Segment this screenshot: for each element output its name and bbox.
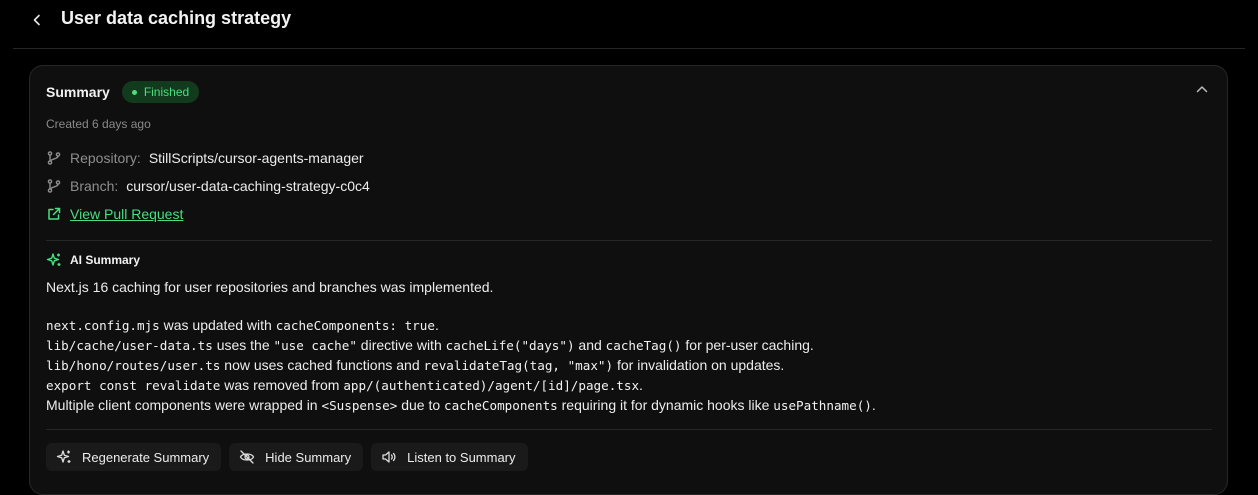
summary-text: now uses cached functions and bbox=[220, 357, 424, 373]
summary-text: for per-user caching. bbox=[681, 337, 814, 353]
top-bar: User data caching strategy bbox=[0, 0, 1258, 40]
branch-row: Branch: cursor/user-data-caching-strateg… bbox=[46, 178, 370, 194]
summary-text: . bbox=[639, 377, 643, 393]
repository-value: StillScripts/cursor-agents-manager bbox=[148, 150, 364, 166]
summary-text: uses the bbox=[212, 337, 274, 353]
summary-text: Multiple client components were wrapped … bbox=[46, 397, 322, 413]
ai-summary-line: Multiple client components were wrapped … bbox=[46, 395, 876, 415]
pull-request-row: View Pull Request bbox=[46, 206, 183, 222]
inline-code: usePathname() bbox=[773, 398, 872, 413]
inline-code: "use cache" bbox=[273, 338, 357, 353]
summary-text: and bbox=[574, 337, 606, 353]
repository-label: Repository: bbox=[70, 150, 141, 166]
inline-code: cacheTag() bbox=[605, 338, 682, 353]
regenerate-summary-button[interactable]: Regenerate Summary bbox=[46, 443, 222, 471]
summary-text: requiring it for dynamic hooks like bbox=[557, 397, 774, 413]
inline-code: cacheLife("days") bbox=[445, 338, 575, 353]
summary-text: directive with bbox=[356, 337, 446, 353]
ai-summary-intro: Next.js 16 caching for user repositories… bbox=[46, 279, 494, 295]
status-label: Finished bbox=[143, 85, 190, 99]
inline-code: lib/cache/user-data.ts bbox=[46, 338, 213, 353]
summary-text: . bbox=[871, 397, 876, 413]
inline-code: lib/hono/routes/user.ts bbox=[46, 358, 221, 373]
inline-code: cacheComponents: true bbox=[275, 318, 435, 333]
ai-summary-header: AI Summary bbox=[46, 252, 140, 268]
summary-card: Summary Finished Created 6 days ago Repo… bbox=[29, 65, 1228, 495]
branch-value: cursor/user-data-caching-strategy-c0c4 bbox=[126, 178, 370, 194]
view-pull-request-link[interactable]: View Pull Request bbox=[70, 206, 183, 222]
listen-to-summary-button[interactable]: Listen to Summary bbox=[371, 443, 528, 471]
chevron-up-icon bbox=[1196, 86, 1208, 93]
collapse-button[interactable] bbox=[1193, 80, 1211, 98]
inline-code: app/(authenticated)/agent/[id]/page.tsx bbox=[343, 378, 640, 393]
summary-text: was updated with bbox=[159, 317, 276, 333]
ai-summary-line: next.config.mjs was updated with cacheCo… bbox=[46, 315, 876, 335]
summary-text: due to bbox=[397, 397, 445, 413]
regenerate-summary-label: Regenerate Summary bbox=[82, 449, 210, 465]
created-timestamp: Created 6 days ago bbox=[46, 117, 151, 131]
header-divider bbox=[13, 48, 1245, 49]
listen-to-summary-label: Listen to Summary bbox=[407, 449, 516, 465]
inline-code: next.config.mjs bbox=[46, 318, 160, 333]
summary-header: Summary Finished bbox=[46, 80, 200, 104]
ai-summary-line: lib/hono/routes/user.ts now uses cached … bbox=[46, 355, 876, 375]
inline-code: <Suspense> bbox=[321, 398, 398, 413]
inline-code: export const revalidate bbox=[46, 378, 221, 393]
repository-row: Repository: StillScripts/cursor-agents-m… bbox=[46, 150, 364, 166]
ai-summary-line: lib/cache/user-data.ts uses the "use cac… bbox=[46, 335, 876, 355]
summary-actions: Regenerate Summary Hide Summary Listen t… bbox=[46, 443, 536, 471]
eye-off-icon bbox=[239, 449, 255, 465]
summary-title: Summary bbox=[46, 84, 110, 100]
git-branch-icon bbox=[46, 150, 62, 166]
inline-code: revalidateTag(tag, "max") bbox=[423, 358, 614, 373]
branch-label: Branch: bbox=[70, 178, 119, 194]
summary-text: . bbox=[434, 317, 439, 333]
inline-code: cacheComponents bbox=[444, 398, 558, 413]
ai-summary-title: AI Summary bbox=[70, 253, 141, 267]
back-button[interactable] bbox=[27, 10, 47, 30]
status-badge: Finished bbox=[121, 81, 200, 103]
sparkles-icon bbox=[56, 449, 72, 465]
chevron-left-icon bbox=[33, 14, 40, 26]
git-branch-icon bbox=[46, 178, 62, 194]
actions-divider bbox=[46, 429, 1212, 430]
hide-summary-button[interactable]: Hide Summary bbox=[229, 443, 364, 471]
ai-summary-details: next.config.mjs was updated with cacheCo… bbox=[46, 315, 876, 415]
speaker-icon bbox=[381, 449, 397, 465]
summary-text: was removed from bbox=[220, 377, 344, 393]
status-dot-icon bbox=[131, 89, 137, 95]
sparkles-icon bbox=[46, 252, 62, 268]
summary-text: for invalidation on updates. bbox=[613, 357, 785, 373]
external-link-icon bbox=[46, 206, 62, 222]
hide-summary-label: Hide Summary bbox=[265, 449, 352, 465]
section-divider bbox=[46, 240, 1212, 241]
ai-summary-line: export const revalidate was removed from… bbox=[46, 375, 876, 395]
page-title: User data caching strategy bbox=[61, 8, 292, 28]
